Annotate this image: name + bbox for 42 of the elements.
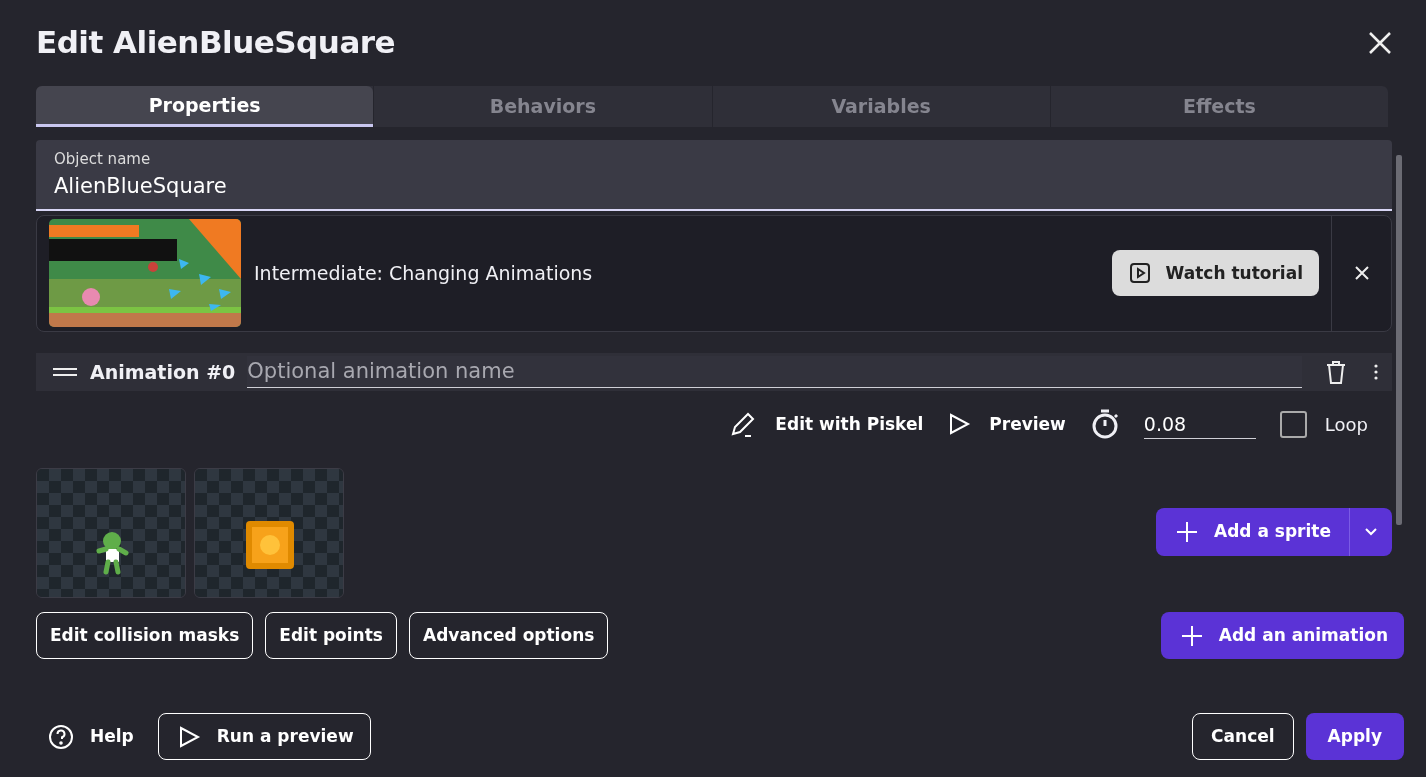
help-icon <box>48 723 74 750</box>
checkbox-label: Loop <box>1324 412 1368 437</box>
dialog-title: Edit AlienBlueSquare <box>36 24 396 62</box>
sprite-tile[interactable] <box>36 468 186 598</box>
button[interactable]: Edit collision masks <box>36 612 254 659</box>
trash-icon <box>1324 358 1348 385</box>
tab[interactable]: Effects <box>1049 86 1388 127</box>
loop-checkbox[interactable] <box>1279 410 1307 438</box>
help-button[interactable]: Help <box>36 723 146 750</box>
run-preview-button[interactable]: Run a preview <box>157 713 371 760</box>
animation-name-field[interactable]: Optional animation name <box>247 355 1302 389</box>
sprite-tile[interactable] <box>194 468 344 598</box>
drag-handle-icon <box>52 365 78 378</box>
drag-handle[interactable] <box>52 365 78 378</box>
object-name-input[interactable]: AlienBlueSquare <box>54 170 1374 202</box>
play-icon <box>1127 261 1152 286</box>
field-label: Object name <box>54 149 152 170</box>
delete-button[interactable] <box>1324 358 1348 385</box>
more-button[interactable] <box>1374 363 1378 380</box>
watch-tutorial-button[interactable]: Watch tutorial <box>1111 250 1319 297</box>
preview-button[interactable]: Preview <box>947 411 1066 438</box>
gem-drawing <box>246 521 294 569</box>
cancel-button[interactable]: Cancel <box>1192 713 1294 760</box>
plus-icon <box>1180 624 1203 647</box>
tab[interactable]: Behaviors <box>373 86 712 127</box>
add-animation-button[interactable]: Add an animation <box>1160 612 1404 659</box>
duration-field[interactable]: 0.08 <box>1143 409 1256 440</box>
animation-label: Animation #0 <box>90 359 236 385</box>
tab[interactable]: Variables <box>711 86 1050 127</box>
name-field[interactable]: Object name AlienBlueSquare <box>36 140 1392 211</box>
edit-button[interactable]: Edit with Piskel <box>729 410 924 439</box>
play-icon <box>947 412 972 437</box>
apply-button[interactable]: Apply <box>1305 713 1404 760</box>
tab[interactable]: Properties <box>36 86 374 127</box>
more-icon <box>1374 363 1378 380</box>
character-drawing <box>96 532 129 575</box>
caret-icon <box>1364 527 1378 537</box>
close-icon <box>1353 265 1370 282</box>
button[interactable]: Edit points <box>265 612 397 659</box>
tutorial-title: Intermediate: Changing Animations <box>254 261 594 287</box>
plus-icon <box>1176 521 1199 543</box>
button[interactable]: Advanced options <box>408 612 609 659</box>
